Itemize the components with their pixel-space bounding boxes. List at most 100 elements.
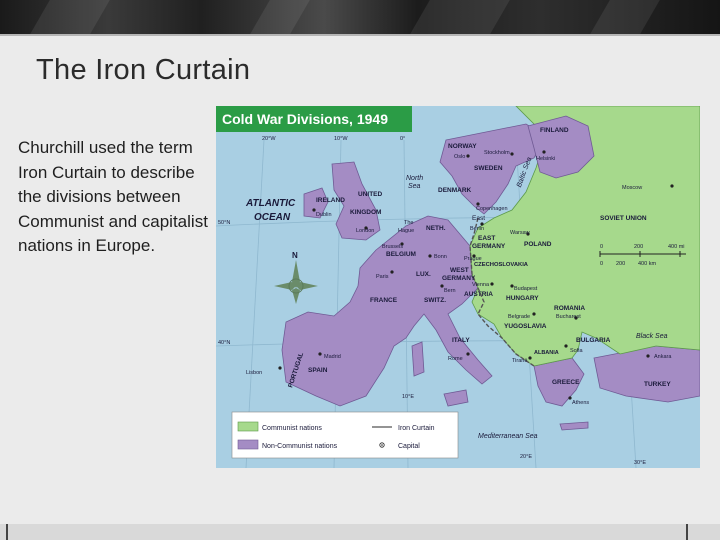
banner-stripe (410, 0, 510, 34)
lat-label: 40°N (218, 340, 230, 346)
capital-label: Bonn (434, 254, 447, 260)
capital-dot (564, 344, 568, 348)
header-rule (0, 34, 720, 36)
capital-label: Helsinki (536, 156, 555, 162)
capital-dot (428, 254, 432, 258)
country-label: BELGIUM (386, 251, 416, 258)
capital-dot (528, 356, 532, 360)
north-sea-label: Sea (408, 183, 421, 190)
capital-dot (490, 282, 494, 286)
lon-label: 20°E (520, 454, 532, 460)
country-label: KINGDOM (350, 209, 381, 216)
capital-label: Hague (398, 228, 414, 234)
capital-label: Stockholm (484, 150, 510, 156)
sardinia-land (411, 341, 425, 377)
capital-label: Prague (464, 256, 482, 262)
country-label: SOVIET UNION (600, 215, 647, 222)
scale-label: 200 (616, 261, 625, 267)
banner-stripe (30, 0, 110, 34)
capital-label: Oslo (454, 154, 465, 160)
country-label: YUGOSLAVIA (504, 323, 547, 330)
compass-north-label: N (292, 251, 298, 260)
country-label: DENMARK (438, 187, 472, 194)
capital-label: Budapest (514, 286, 538, 292)
capital-label: Dublin (316, 212, 332, 218)
country-label: NETH. (426, 225, 446, 232)
scale-label: 400 km (638, 261, 656, 267)
capital-label: Copenhagen (476, 206, 508, 212)
country-label: GREECE (552, 379, 580, 386)
country-label: ROMANIA (554, 305, 585, 312)
country-label: FRANCE (370, 297, 398, 304)
capital-label: Lisbon (246, 370, 262, 376)
capital-dot (646, 354, 650, 358)
mediterranean-label: Mediterranean Sea (478, 433, 538, 440)
country-label: BULGARIA (576, 337, 611, 344)
country-label: POLAND (524, 241, 552, 248)
country-label: IRELAND (316, 197, 345, 204)
capital-label: Madrid (324, 354, 341, 360)
legend-label: Communist nations (262, 425, 322, 432)
country-label: GERMANY (472, 243, 506, 250)
capital-label: Athens (572, 400, 589, 406)
legend-swatch-non-communist (237, 439, 259, 450)
capital-label: Rome (448, 356, 463, 362)
country-label: NORWAY (448, 143, 477, 150)
map-legend: Communist nations Non-Communist nations … (231, 411, 459, 459)
capital-label: The (404, 220, 413, 226)
capital-label: Ankara (654, 354, 672, 360)
legend-label: Non-Communist nations (262, 443, 338, 450)
capital-label: London (356, 228, 374, 234)
country-label: WEST (450, 267, 469, 274)
legend-capital-symbol (381, 444, 383, 446)
capital-label: Sofia (570, 348, 583, 354)
atlantic-label: OCEAN (254, 212, 291, 223)
country-label: SWEDEN (474, 165, 503, 172)
legend-label: Iron Curtain (398, 425, 435, 432)
lon-label: 20°W (262, 136, 276, 142)
lon-label: 10°W (334, 136, 348, 142)
country-label: AUSTRIA (464, 291, 493, 298)
capital-label: Warsaw (510, 230, 530, 236)
lon-label: 10°E (402, 394, 414, 400)
scale-label: 0 (600, 261, 603, 267)
country-label: TURKEY (644, 381, 671, 388)
capital-label: Brussels (382, 244, 403, 250)
country-label: HUNGARY (506, 295, 539, 302)
lon-label: 30°E (634, 460, 646, 466)
footer-bar (0, 524, 720, 540)
footer-tick (686, 524, 688, 540)
capital-dot (510, 152, 514, 156)
lon-label: 0° (400, 136, 405, 142)
capital-label: Berlin (470, 226, 484, 232)
scale-label: 200 (634, 244, 643, 250)
slide-body-text: Churchill used the term Iron Curtain to … (18, 138, 208, 255)
country-label: FINLAND (540, 127, 569, 134)
country-label: SPAIN (308, 367, 328, 374)
capital-dot (466, 352, 470, 356)
map-title: Cold War Divisions, 1949 (222, 111, 388, 127)
country-label: East (472, 215, 485, 222)
lat-label: 50°N (218, 220, 230, 226)
capital-label: Paris (376, 274, 389, 280)
capital-label: Vienna (472, 282, 490, 288)
country-label: UNITED (358, 191, 383, 198)
capital-dot (466, 154, 470, 158)
north-sea-label: North (406, 175, 423, 182)
country-label: LUX. (416, 271, 431, 278)
capital-dot (278, 366, 282, 370)
country-label: ALBANIA (534, 350, 559, 356)
banner-stripe (590, 0, 660, 34)
header-banner (0, 0, 720, 34)
black-sea-label: Black Sea (636, 333, 668, 340)
country-label: EAST (478, 235, 495, 242)
slide-title: The Iron Curtain (36, 54, 251, 86)
capital-dot (670, 184, 674, 188)
legend-swatch-communist (237, 421, 259, 432)
legend-box (231, 411, 459, 459)
banner-stripe (250, 0, 310, 34)
capital-dot (318, 352, 322, 356)
legend-label: Capital (398, 443, 420, 450)
country-label: GERMANY (442, 275, 476, 282)
capital-label: Tiranë (512, 358, 527, 364)
